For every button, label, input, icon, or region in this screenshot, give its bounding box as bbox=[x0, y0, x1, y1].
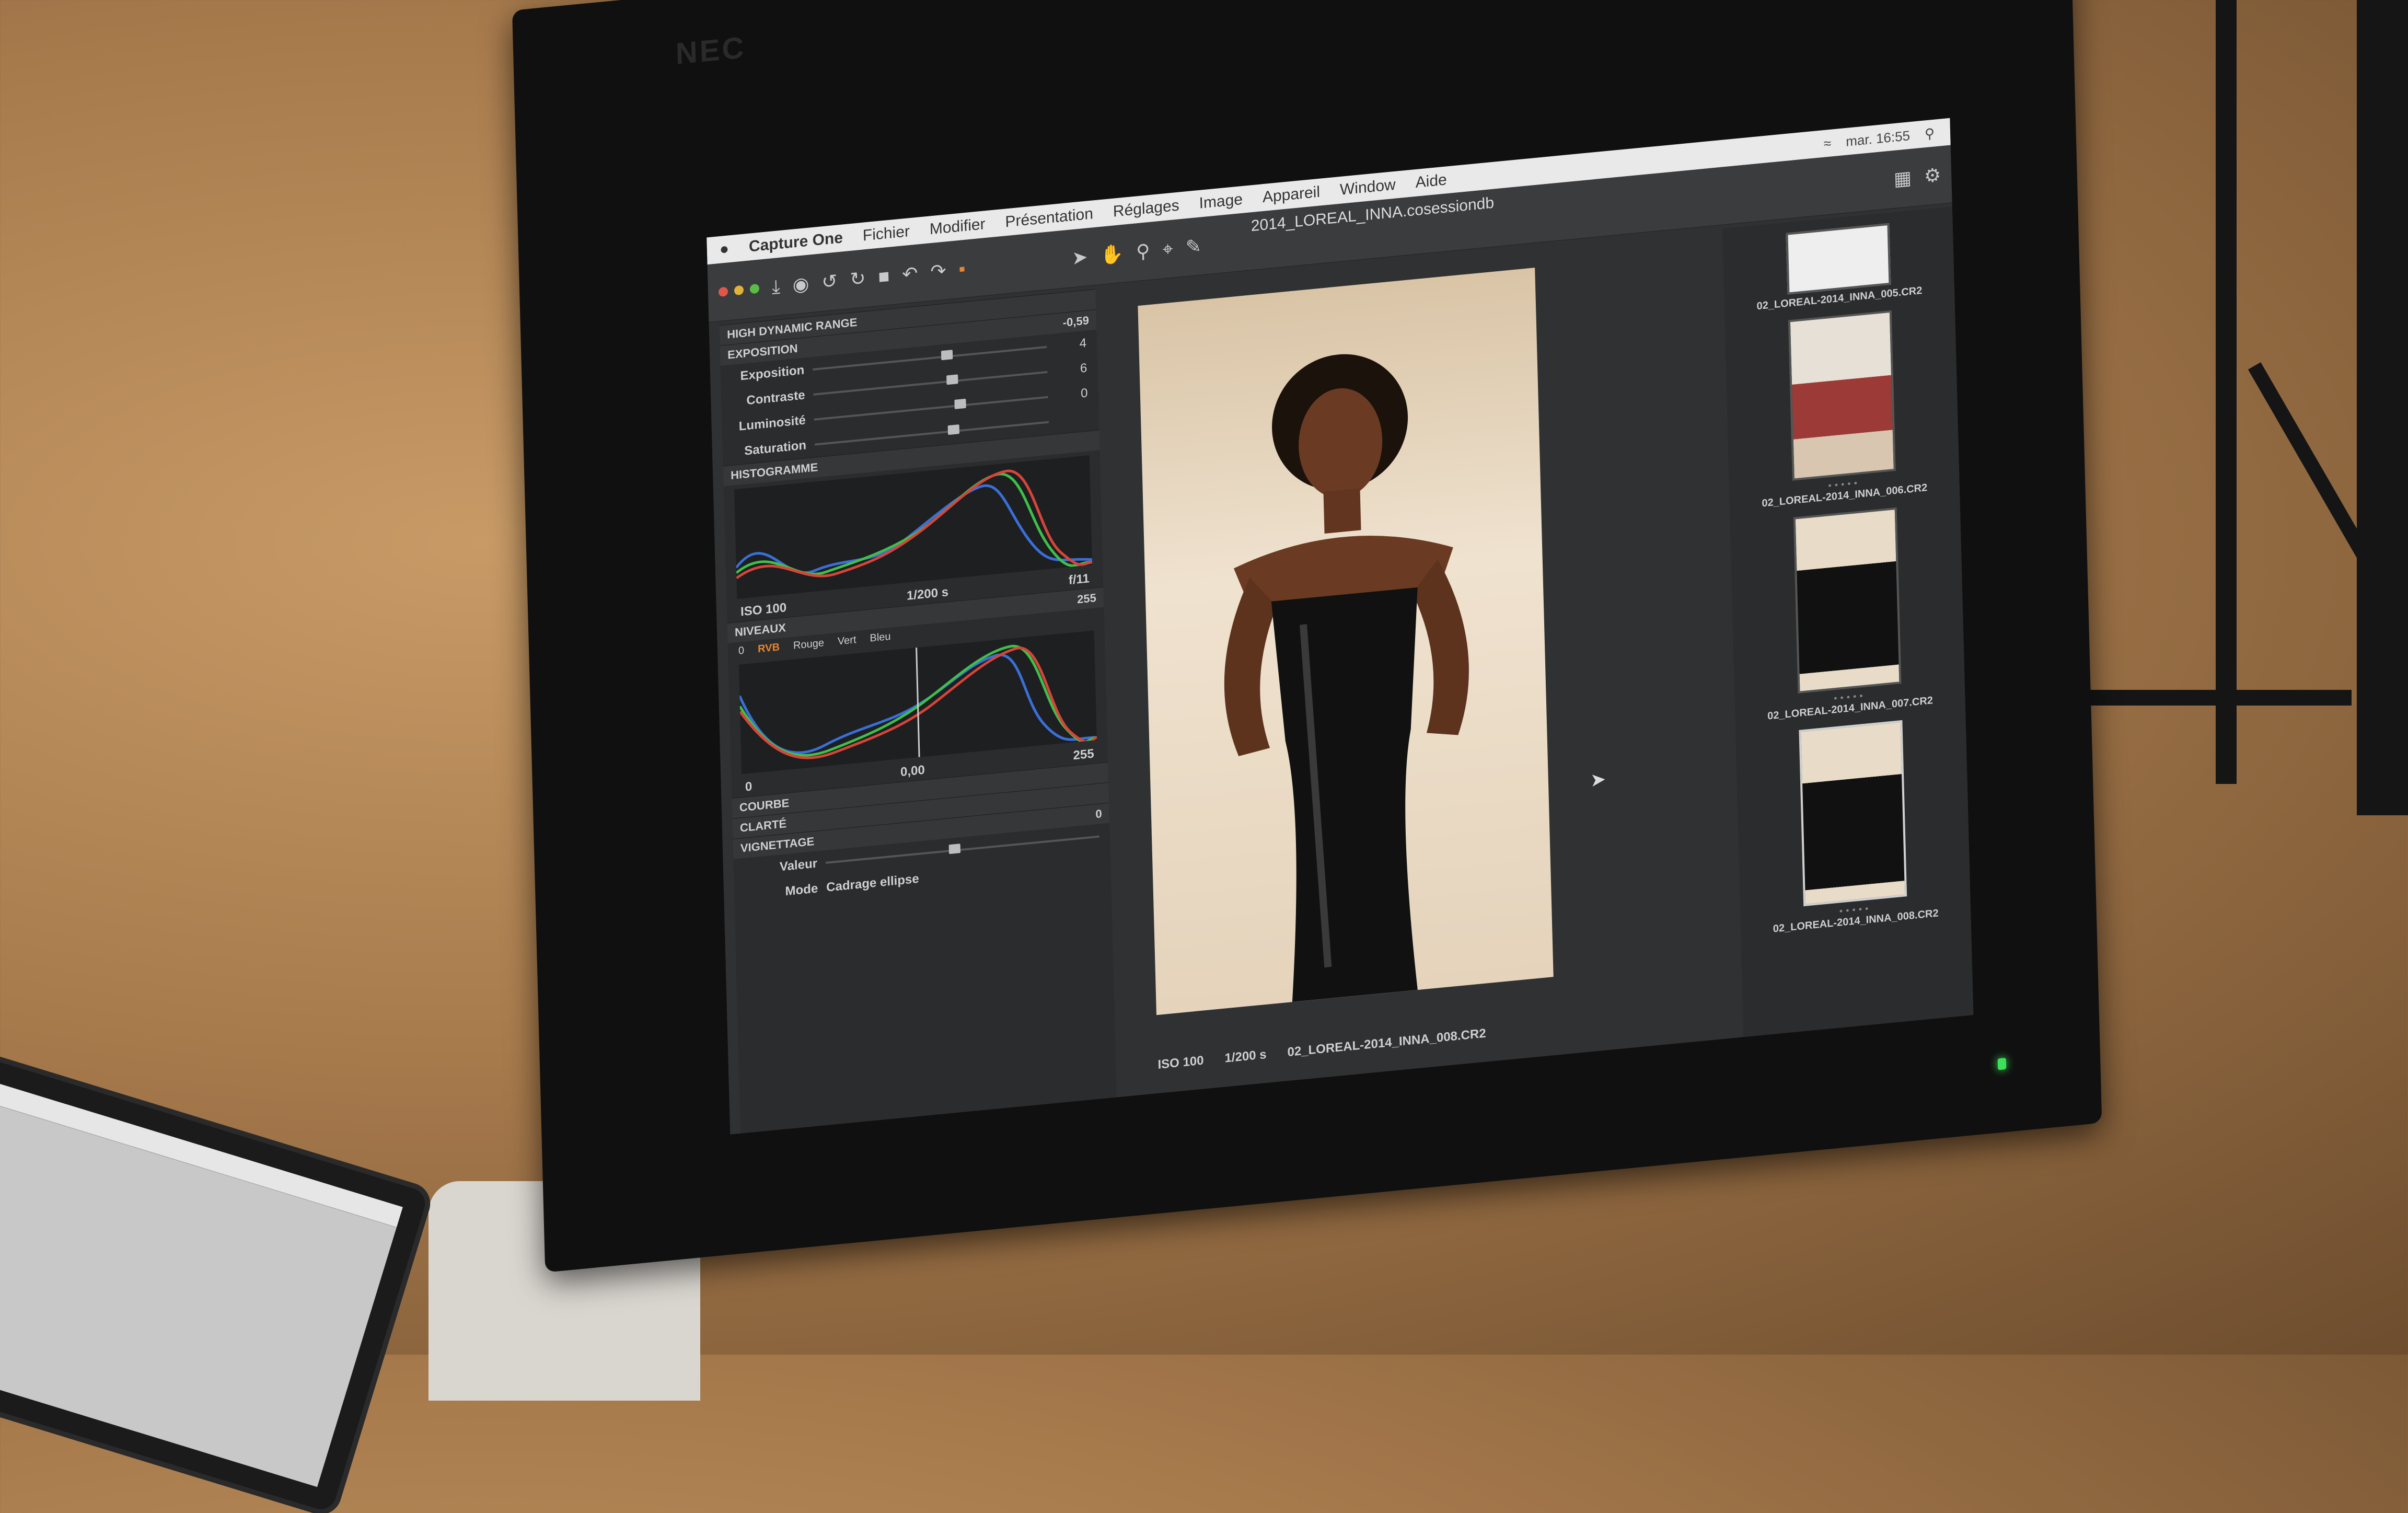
monitor: NEC ● Capture One Fichier Modifier Prése… bbox=[512, 0, 2102, 1273]
thumbnail-008-selected[interactable] bbox=[1799, 720, 1907, 907]
close-window-button[interactable] bbox=[718, 286, 728, 297]
grid-icon[interactable]: ▦ bbox=[1893, 167, 1912, 190]
caption-shutter: 1/200 s bbox=[1224, 1047, 1267, 1066]
slider-thumb[interactable] bbox=[954, 398, 966, 409]
main-photo[interactable] bbox=[1138, 268, 1554, 1015]
viewer-caption: ISO 100 1/200 s 02_LOREAL-2014_INNA_008.… bbox=[1157, 1026, 1486, 1072]
monitor-brand: NEC bbox=[675, 30, 747, 71]
slider-thumb[interactable] bbox=[947, 424, 960, 435]
thumbnail-006[interactable] bbox=[1788, 310, 1896, 481]
softbox-edge bbox=[2357, 0, 2408, 815]
tab-bleu[interactable]: Bleu bbox=[870, 631, 891, 645]
menu-aide[interactable]: Aide bbox=[1415, 171, 1447, 192]
slider-label: Contraste bbox=[746, 388, 805, 408]
zoom-window-button[interactable] bbox=[749, 283, 760, 294]
slider-value[interactable]: 0 bbox=[1056, 386, 1088, 403]
clock[interactable]: mar. 16:55 bbox=[1846, 128, 1911, 150]
slider-label: Luminosité bbox=[738, 413, 806, 434]
levels-mid: 0,00 bbox=[900, 763, 925, 780]
menu-image[interactable]: Image bbox=[1199, 191, 1243, 213]
menu-appareil[interactable]: Appareil bbox=[1263, 183, 1321, 207]
levels-midpoint-line[interactable] bbox=[916, 647, 920, 757]
levels-min[interactable]: 0 bbox=[738, 645, 745, 657]
menu-fichier[interactable]: Fichier bbox=[862, 223, 910, 245]
brush-icon[interactable]: ✎ bbox=[1185, 235, 1201, 258]
menu-modifier[interactable]: Modifier bbox=[929, 215, 986, 238]
light-stand-pole bbox=[2216, 0, 2237, 784]
window-controls bbox=[718, 283, 760, 297]
redo-icon[interactable]: ↷ bbox=[930, 259, 946, 283]
minimize-window-button[interactable] bbox=[734, 285, 744, 296]
hand-icon[interactable]: ✋ bbox=[1100, 242, 1124, 267]
undo-icon[interactable]: ↶ bbox=[902, 262, 918, 286]
camera-icon[interactable]: ◉ bbox=[792, 273, 809, 296]
wifi-icon[interactable]: ≈ bbox=[1824, 135, 1832, 152]
apple-icon[interactable]: ● bbox=[719, 240, 729, 259]
tab-rvb[interactable]: RVB bbox=[758, 641, 780, 655]
slider-label: Exposition bbox=[740, 363, 805, 384]
filmstrip: 02_LOREAL-2014_INNA_005.CR2 ••••• 02_LOR… bbox=[1722, 206, 1974, 1037]
levels-out-max: 255 bbox=[1073, 746, 1094, 763]
vignette-value: 0 bbox=[1095, 807, 1103, 821]
menu-app[interactable]: Capture One bbox=[749, 229, 843, 256]
process-icon[interactable]: ▪ bbox=[958, 258, 966, 280]
import-icon[interactable]: ⤓ bbox=[771, 275, 780, 298]
slider-value[interactable]: 4 bbox=[1055, 336, 1087, 354]
tab-rouge[interactable]: Rouge bbox=[793, 637, 825, 652]
slider-thumb[interactable] bbox=[946, 374, 958, 385]
slider-value[interactable] bbox=[1057, 418, 1089, 421]
menu-window[interactable]: Window bbox=[1340, 176, 1396, 199]
slider-value[interactable]: 6 bbox=[1056, 361, 1087, 379]
levels-out-min: 0 bbox=[745, 779, 752, 794]
spotlight-icon[interactable]: ⚲ bbox=[1925, 125, 1935, 142]
model-neck bbox=[1323, 488, 1361, 534]
crop-icon[interactable]: ⌖ bbox=[1162, 237, 1173, 261]
menu-reglages[interactable]: Réglages bbox=[1113, 197, 1179, 221]
settings-icon[interactable]: ⚙ bbox=[1924, 164, 1941, 187]
cursor-icon[interactable]: ➤ bbox=[1072, 246, 1088, 269]
levels-max: 255 bbox=[1076, 591, 1097, 606]
trash-icon[interactable]: ■ bbox=[878, 265, 890, 288]
vignette-mode-select[interactable]: Cadrage ellipse bbox=[826, 872, 919, 895]
caption-iso: ISO 100 bbox=[1157, 1053, 1204, 1072]
caption-file: 02_LOREAL-2014_INNA_008.CR2 bbox=[1287, 1026, 1486, 1060]
rotate-left-icon[interactable]: ↺ bbox=[821, 270, 838, 293]
slider-thumb[interactable] bbox=[941, 350, 953, 361]
power-led bbox=[1997, 1058, 2007, 1070]
model-figure bbox=[1224, 354, 1469, 1002]
slider-label: Saturation bbox=[744, 438, 807, 458]
mouse-cursor-icon: ➤ bbox=[1590, 768, 1606, 791]
thumbnail-005[interactable] bbox=[1786, 223, 1891, 295]
menu-presentation[interactable]: Présentation bbox=[1005, 205, 1093, 231]
viewer[interactable]: ISO 100 1/200 s 02_LOREAL-2014_INNA_008.… bbox=[1106, 229, 1733, 1096]
tools-panel: HIGH DYNAMIC RANGE EXPOSITION -0,59 Expo… bbox=[719, 288, 1117, 1134]
zoom-icon[interactable]: ⚲ bbox=[1136, 240, 1150, 263]
model-dress bbox=[1271, 587, 1418, 1002]
exposure-value: -0,59 bbox=[1062, 314, 1090, 329]
thumbnail-007[interactable] bbox=[1793, 507, 1902, 694]
rotate-right-icon[interactable]: ↻ bbox=[850, 267, 866, 291]
tab-vert[interactable]: Vert bbox=[838, 634, 856, 648]
model-arm-right bbox=[1412, 559, 1469, 735]
screen: ● Capture One Fichier Modifier Présentat… bbox=[707, 118, 1974, 1135]
